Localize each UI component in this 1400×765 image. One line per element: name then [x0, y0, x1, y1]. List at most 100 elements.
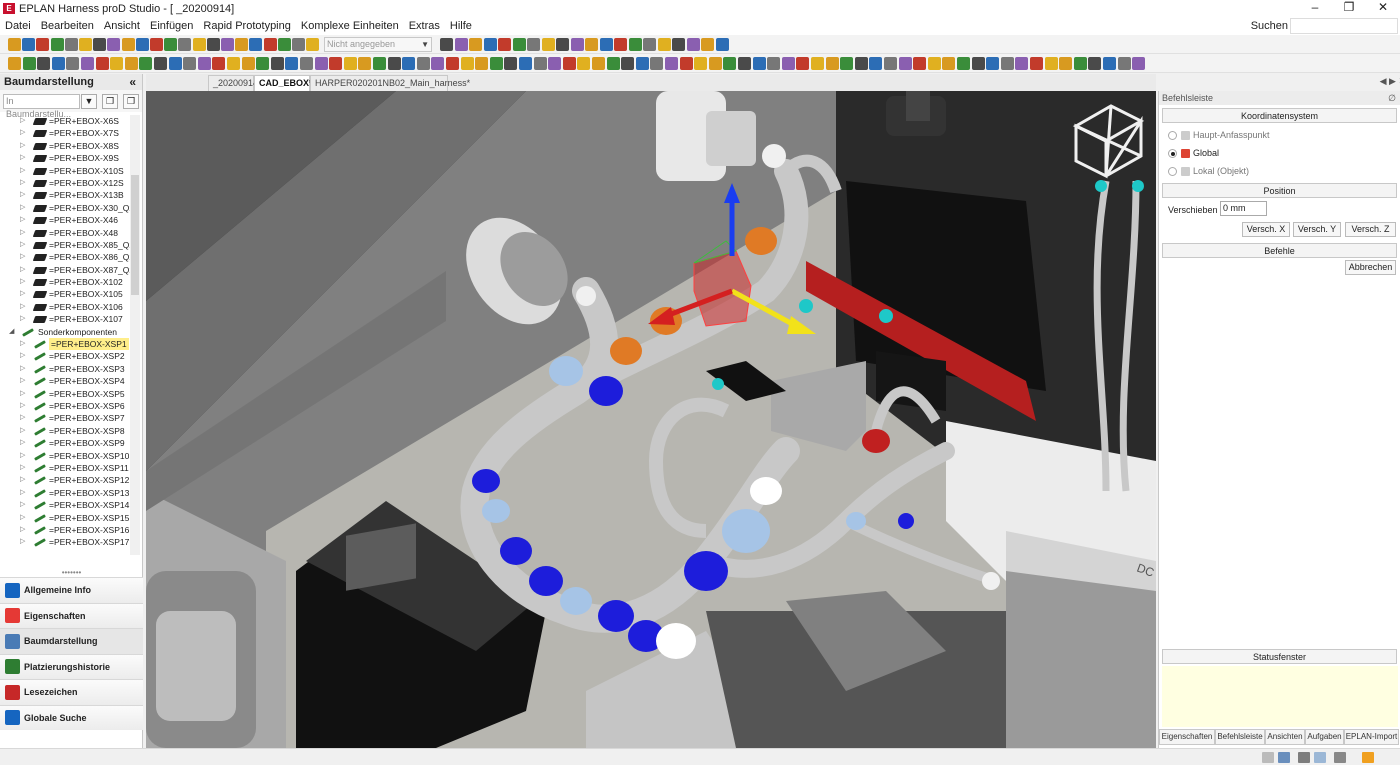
toolbar-tool-icon[interactable]	[235, 38, 249, 51]
nav-button[interactable]: Lesezeichen	[0, 679, 143, 705]
tree-item[interactable]: ▷ =PER+EBOX-XSP7	[0, 412, 130, 424]
toolbar-tool-icon[interactable]	[270, 57, 284, 70]
toolbar-tool-icon[interactable]	[606, 57, 620, 70]
radio-button[interactable]	[1168, 131, 1177, 140]
toolbar-tool-icon[interactable]	[139, 57, 153, 70]
tab-main-harness[interactable]: HARPER020201NB02_Main_harness*	[310, 75, 470, 91]
toolbar-tool-icon[interactable]	[285, 57, 299, 70]
tree-item[interactable]: ▷ =PER+EBOX-X105	[0, 288, 130, 300]
tab-eigenschaften[interactable]: Eigenschaften	[1159, 729, 1215, 745]
tree-item[interactable]: ▷ =PER+EBOX-X85_Q2	[0, 239, 130, 251]
toolbar-tool-icon[interactable]	[192, 38, 206, 51]
expand-icon[interactable]: ▷	[20, 214, 25, 226]
toolbar-tool-icon[interactable]	[519, 57, 532, 70]
copy-icon[interactable]: ❐	[123, 94, 139, 109]
toolbar-tool-icon[interactable]	[556, 38, 569, 51]
toolbar-tool-icon[interactable]	[168, 57, 182, 70]
expand-icon[interactable]: ▷	[20, 251, 25, 263]
tree-item[interactable]: ▷ =PER+EBOX-XSP16	[0, 524, 130, 536]
expand-icon[interactable]: ▷	[20, 338, 25, 350]
toolbar-tool-icon[interactable]	[548, 57, 562, 70]
expand-icon[interactable]: ▷	[20, 375, 25, 387]
expand-icon[interactable]: ▷	[20, 313, 25, 325]
toolbar-tool-icon[interactable]	[22, 38, 36, 51]
toolbar-tool-icon[interactable]	[241, 57, 255, 70]
toolbar-tool-icon[interactable]	[723, 57, 737, 70]
toolbar-tool-icon[interactable]	[454, 38, 468, 51]
panel-splitter[interactable]: •••••••	[0, 569, 143, 577]
expand-icon[interactable]: ▷	[20, 115, 25, 127]
tab-aufgaben[interactable]: Aufgaben	[1305, 729, 1344, 745]
toolbar-tool-icon[interactable]	[314, 57, 328, 70]
toolbar-tool-icon[interactable]	[212, 57, 226, 70]
toolbar-tool-icon[interactable]	[197, 57, 211, 70]
toolbar-tool-icon[interactable]	[913, 57, 927, 70]
radio-local-object[interactable]: Lokal (Objekt)	[1159, 162, 1400, 180]
toolbar-tool-icon[interactable]	[227, 57, 240, 70]
tab-eplan-import[interactable]: EPLAN-Import	[1344, 729, 1399, 745]
expand-icon[interactable]: ▷	[20, 227, 25, 239]
menu-rapid-prototyping[interactable]: Rapid Prototyping	[198, 20, 295, 32]
grid-icon[interactable]	[1262, 752, 1274, 763]
toolbar-tool-icon[interactable]	[635, 57, 649, 70]
expand-icon[interactable]: ▷	[20, 264, 25, 276]
toolbar-tool-icon[interactable]	[752, 57, 766, 70]
toolbar-tool-icon[interactable]	[650, 57, 664, 70]
toolbar-tool-icon[interactable]	[665, 57, 678, 70]
toolbar-tool-icon[interactable]	[869, 57, 883, 70]
toolbar-tool-icon[interactable]	[154, 57, 167, 70]
pin-icon[interactable]: ∅	[1388, 91, 1396, 105]
tree-view[interactable]: ▷ =PER+EBOX-X6S ▷ =PER+EBOX-X7S ▷ =PER+EBOX-X…	[0, 115, 130, 555]
toolbar-tool-icon[interactable]	[592, 57, 605, 70]
tree-item[interactable]: ▷ =PER+EBOX-X7S	[0, 127, 130, 139]
tree-scrollbar[interactable]	[130, 115, 140, 555]
toolbar-tool-icon[interactable]	[738, 57, 751, 70]
menu-datei[interactable]: Datei	[0, 20, 36, 32]
toolbar-tool-icon[interactable]	[164, 38, 178, 51]
tree-item[interactable]: ▷ =PER+EBOX-X102	[0, 276, 130, 288]
toolbar-tool-icon[interactable]	[107, 38, 121, 51]
tree-item[interactable]: ▷ =PER+EBOX-XSP2	[0, 350, 130, 362]
expand-icon[interactable]: ▷	[20, 450, 25, 462]
toolbar-tool-icon[interactable]	[95, 57, 109, 70]
menu-komplexe-einheiten[interactable]: Komplexe Einheiten	[296, 20, 404, 32]
toolbar-tool-icon[interactable]	[1132, 57, 1146, 70]
toolbar-tool-icon[interactable]	[329, 57, 343, 70]
toolbar-tool-icon[interactable]	[1117, 57, 1131, 70]
close-icon[interactable]: ✕	[1366, 0, 1400, 17]
toolbar-tool-icon[interactable]	[263, 38, 277, 51]
toolbar-tool-icon[interactable]	[51, 57, 65, 70]
toolbar-tool-icon[interactable]	[183, 57, 197, 70]
toolbar-tool-icon[interactable]	[1073, 57, 1087, 70]
toolbar-tool-icon[interactable]	[715, 38, 729, 51]
toolbar-tool-icon[interactable]	[986, 57, 1000, 70]
toolbar-tool-icon[interactable]	[1059, 57, 1073, 70]
expand-icon[interactable]: ▷	[20, 425, 25, 437]
toolbar-tool-icon[interactable]	[1088, 57, 1102, 70]
tree-group-special-components[interactable]: ◢ Sonderkomponenten	[0, 326, 130, 338]
tree-filter-input[interactable]: In Baumdarstellu...	[3, 94, 80, 119]
toolbar-tool-icon[interactable]	[8, 57, 21, 70]
toolbar-tool-icon[interactable]	[614, 38, 627, 51]
radio-main-handle[interactable]: Haupt-Anfasspunkt	[1159, 126, 1400, 144]
tree-item[interactable]: ▷ =PER+EBOX-XSP8	[0, 425, 130, 437]
tab-befehlsleiste[interactable]: Befehlsleiste	[1215, 729, 1265, 745]
toolbar-tool-icon[interactable]	[121, 38, 135, 51]
toolbar-tool-icon[interactable]	[178, 38, 192, 51]
toolbar-tool-icon[interactable]	[358, 57, 372, 70]
expand-icon[interactable]: ▷	[20, 239, 25, 251]
toolbar-tool-icon[interactable]	[796, 57, 810, 70]
toolbar-tool-icon[interactable]	[36, 38, 50, 51]
scrollbar-thumb[interactable]	[131, 175, 139, 295]
nav-button[interactable]: Baumdarstellung	[0, 628, 143, 654]
radio-button[interactable]	[1168, 167, 1177, 176]
toolbar-tool-icon[interactable]	[489, 57, 503, 70]
tree-item[interactable]: ▷ =PER+EBOX-X106	[0, 301, 130, 313]
expand-icon[interactable]: ▷	[20, 388, 25, 400]
expand-icon[interactable]: ▷	[20, 350, 25, 362]
toolbar-tool-icon[interactable]	[686, 38, 700, 51]
toolbar-tool-icon[interactable]	[1103, 57, 1116, 70]
tree-item[interactable]: ▷ =PER+EBOX-XSP1	[0, 338, 130, 351]
nav-button[interactable]: Eigenschaften	[0, 602, 143, 628]
toolbar-tool-icon[interactable]	[643, 38, 656, 51]
